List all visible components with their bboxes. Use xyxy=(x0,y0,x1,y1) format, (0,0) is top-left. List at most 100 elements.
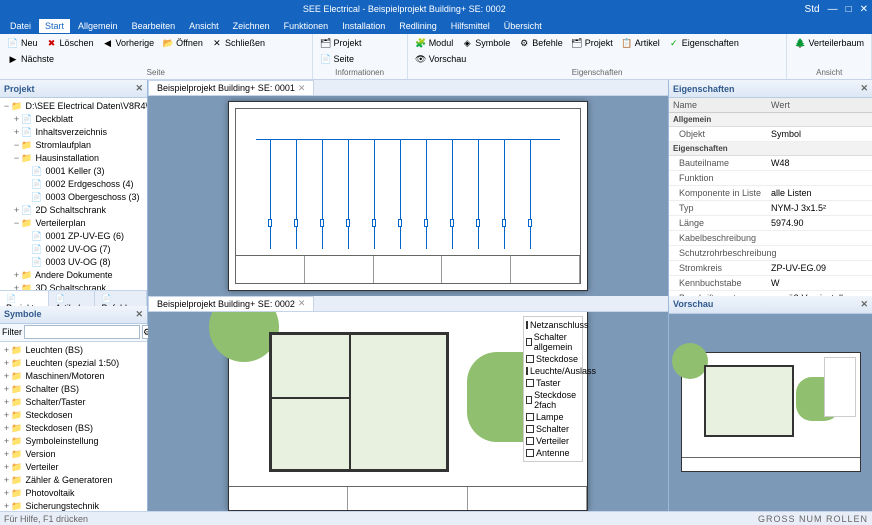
menu-tab-datei[interactable]: Datei xyxy=(4,19,37,33)
prop-row[interactable]: KennbuchstabeW xyxy=(669,276,872,291)
ribbon-befehle-button[interactable]: Befehle xyxy=(515,36,566,50)
symbole-category[interactable]: + Version xyxy=(2,448,145,461)
tree-node[interactable]: 0003 Obergeschoss (3) xyxy=(2,191,145,204)
project-panel-close-icon[interactable]: ✕ xyxy=(135,83,143,94)
ribbon-symbole-button[interactable]: Symbole xyxy=(458,36,513,50)
properties-grid[interactable]: Name Wert Allgemein ObjektSymbol Eigensc… xyxy=(669,98,872,296)
tree-node[interactable]: + Andere Dokumente xyxy=(2,269,145,282)
filter-input[interactable] xyxy=(24,325,140,339)
symbole-category[interactable]: + Steckdosen (BS) xyxy=(2,422,145,435)
prop-row[interactable]: TypNYM-J 3x1.5² xyxy=(669,201,872,216)
legend-item: Lampe xyxy=(526,411,580,423)
symbole-category[interactable]: + Symboleinstellung xyxy=(2,435,145,448)
menu-tab-übersicht[interactable]: Übersicht xyxy=(498,19,548,33)
prop-category-allgemein[interactable]: Allgemein xyxy=(669,113,872,127)
fld-icon xyxy=(21,218,33,229)
symbole-category[interactable]: + Maschinen/Motoren xyxy=(2,370,145,383)
ribbon-lschen-button[interactable]: Löschen xyxy=(43,36,97,50)
preview-panel xyxy=(669,314,872,512)
menu-tab-bearbeiten[interactable]: Bearbeiten xyxy=(126,19,182,33)
prop-row[interactable]: StromkreisZP-UV-EG.09 xyxy=(669,261,872,276)
ribbon-seite-button[interactable]: Seite xyxy=(317,52,358,66)
preview-close-icon[interactable]: ✕ xyxy=(860,299,868,310)
ribbon-modul-button[interactable]: Modul xyxy=(412,36,457,50)
properties-close-icon[interactable]: ✕ xyxy=(860,83,868,94)
project-panel-title: Projekt xyxy=(4,84,35,94)
tree-node[interactable]: 0001 ZP-UV-EG (6) xyxy=(2,230,145,243)
prop-row[interactable]: Kabelbeschreibung xyxy=(669,231,872,246)
symbole-category[interactable]: + Zähler & Generatoren xyxy=(2,474,145,487)
tab-close-icon[interactable]: ✕ xyxy=(298,83,306,94)
canvas-floorplan[interactable]: NetzanschlussSchalter allgemeinSteckdose… xyxy=(148,312,668,512)
menu-tab-installation[interactable]: Installation xyxy=(336,19,391,33)
ribbon-artikel-button[interactable]: Artikel xyxy=(618,36,663,50)
symbole-category[interactable]: + Leuchten (spezial 1:50) xyxy=(2,357,145,370)
std-button[interactable]: Std xyxy=(805,4,820,15)
doc-icon xyxy=(31,179,43,190)
prj-icon xyxy=(320,37,332,49)
menu-tab-ansicht[interactable]: Ansicht xyxy=(183,19,225,33)
project-tab-projekt[interactable]: Projekt xyxy=(0,291,49,306)
doc-tab-0001[interactable]: Beispielprojekt Building+ SE: 0001 ✕ xyxy=(148,80,314,95)
symbole-panel-close-icon[interactable]: ✕ xyxy=(135,309,143,320)
new-icon xyxy=(7,37,19,49)
project-tab-artikel[interactable]: Artikel xyxy=(49,291,95,306)
prop-row[interactable]: Schutzrohrbeschreibung xyxy=(669,246,872,261)
minimize-button[interactable]: — xyxy=(828,4,838,15)
prop-row[interactable]: ObjektSymbol xyxy=(669,127,872,142)
tree-node[interactable]: + 3D Schaltschrank xyxy=(2,282,145,290)
tree-node[interactable]: 0002 UV-OG (7) xyxy=(2,243,145,256)
project-tree[interactable]: − D:\SEE Electrical Daten\V8R4\Projects\… xyxy=(0,98,147,290)
tree-node[interactable]: − Verteilerplan xyxy=(2,217,145,230)
prop-category-eigenschaften[interactable]: Eigenschaften xyxy=(669,142,872,156)
ribbon-nchste-button[interactable]: Nächste xyxy=(4,52,57,66)
canvas-schematic[interactable] xyxy=(148,96,668,296)
menu-tab-redlining[interactable]: Redlining xyxy=(393,19,443,33)
menu-tab-hilfsmittel[interactable]: Hilfsmittel xyxy=(445,19,496,33)
tree-node[interactable]: − Stromlaufplan xyxy=(2,139,145,152)
symbole-tree[interactable]: + Leuchten (BS)+ Leuchten (spezial 1:50)… xyxy=(0,342,147,512)
tree-node[interactable]: 0002 Erdgeschoss (4) xyxy=(2,178,145,191)
tree-node[interactable]: − Hausinstallation xyxy=(2,152,145,165)
tree-node[interactable]: 0001 Keller (3) xyxy=(2,165,145,178)
symbole-category[interactable]: + Verteiler xyxy=(2,461,145,474)
ribbon-ffnen-button[interactable]: Öffnen xyxy=(159,36,206,50)
ribbon-verteilerbaum-button[interactable]: Verteilerbaum xyxy=(791,36,867,50)
folder-icon xyxy=(11,358,23,369)
preview-thumbnail[interactable] xyxy=(681,352,861,472)
tree-node[interactable]: + Inhaltsverzeichnis xyxy=(2,126,145,139)
project-tab-befehle[interactable]: Befehle xyxy=(95,291,147,306)
tree-node[interactable]: + Deckblatt xyxy=(2,113,145,126)
doc-tab-0002[interactable]: Beispielprojekt Building+ SE: 0002 ✕ xyxy=(148,296,314,311)
window-close-button[interactable]: ✕ xyxy=(860,4,868,15)
menu-tab-zeichnen[interactable]: Zeichnen xyxy=(227,19,276,33)
prop-row[interactable]: Komponente in Listealle Listen xyxy=(669,186,872,201)
prop-row[interactable]: Funktion xyxy=(669,171,872,186)
ribbon-neu-button[interactable]: Neu xyxy=(4,36,41,50)
symbole-category[interactable]: + Schalter/Taster xyxy=(2,396,145,409)
menu-tab-start[interactable]: Start xyxy=(39,19,70,33)
symbole-category[interactable]: + Schalter (BS) xyxy=(2,383,145,396)
prev-icon xyxy=(102,37,114,49)
prop-row[interactable]: BauteilnameW48 xyxy=(669,156,872,171)
tree-node[interactable]: 0003 UV-OG (8) xyxy=(2,256,145,269)
symbole-category[interactable]: + Photovoltaik xyxy=(2,487,145,500)
menu-tab-funktionen[interactable]: Funktionen xyxy=(278,19,335,33)
ribbon-schlieen-button[interactable]: Schließen xyxy=(208,36,268,50)
ribbon-vorherige-button[interactable]: Vorherige xyxy=(99,36,158,50)
ribbon-vorschau-button[interactable]: Vorschau xyxy=(412,52,470,66)
symbole-category[interactable]: + Sicherungstechnik xyxy=(2,500,145,512)
symbole-category[interactable]: + Steckdosen xyxy=(2,409,145,422)
prop-row[interactable]: Länge5974.90 xyxy=(669,216,872,231)
menu-tab-allgemein[interactable]: Allgemein xyxy=(72,19,124,33)
symbole-category[interactable]: + Leuchten (BS) xyxy=(2,344,145,357)
maximize-button[interactable]: □ xyxy=(846,4,852,15)
properties-panel-header: Eigenschaften ✕ xyxy=(669,80,872,98)
folder-icon xyxy=(11,488,23,499)
tree-node[interactable]: + 2D Schaltschrank xyxy=(2,204,145,217)
ribbon-eigenschaften-button[interactable]: Eigenschaften xyxy=(665,36,742,50)
tab-close-icon[interactable]: ✕ xyxy=(298,298,306,309)
ribbon-projekt-button[interactable]: Projekt xyxy=(568,36,616,50)
tree-root[interactable]: − D:\SEE Electrical Daten\V8R4\Projects\… xyxy=(2,100,145,113)
ribbon-projekt-button[interactable]: Projekt xyxy=(317,36,365,50)
